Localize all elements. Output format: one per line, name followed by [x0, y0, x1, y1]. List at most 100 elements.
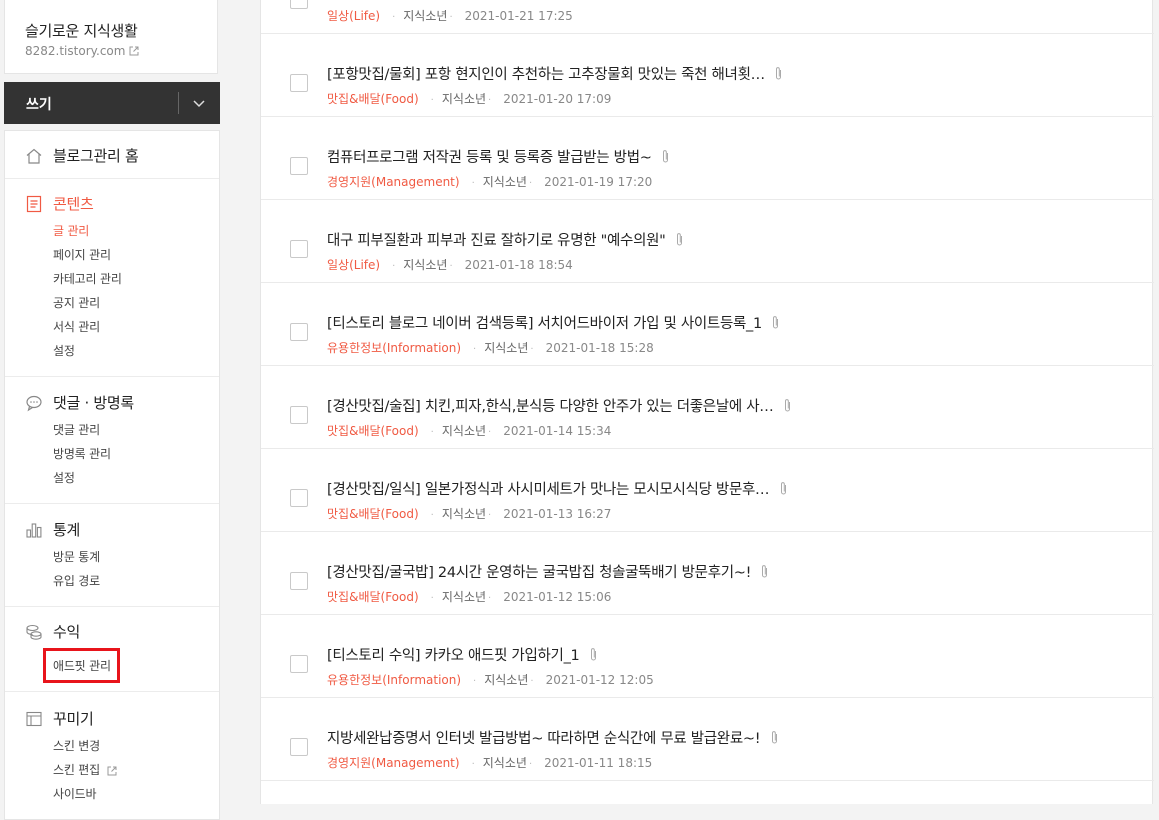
menu-stats[interactable]: 통계	[25, 519, 80, 540]
post-meta: 유용한정보(Information) · 지식소년 · 2021-01-18 15:28	[327, 339, 654, 356]
post-category-link[interactable]: 일상(Life)	[327, 258, 380, 272]
separator-dot: ·	[488, 95, 492, 106]
post-row: [경산맛집/굴국밥] 24시간 운영하는 굴국밥집 청솔굴뚝배기 방문후기~! …	[261, 532, 1154, 615]
submenu-page-manage[interactable]: 페이지 관리	[53, 246, 111, 263]
blog-name[interactable]: 슬기로운 지식생활	[25, 20, 138, 41]
post-meta: 맛집&배달(Food) · 지식소년 · 2021-01-12 15:06	[327, 588, 611, 605]
external-link-icon	[129, 46, 139, 56]
post-checkbox[interactable]	[290, 655, 308, 673]
write-button[interactable]: 쓰기	[26, 94, 52, 114]
separator-dot: ·	[488, 510, 492, 521]
menu-divider	[5, 376, 219, 377]
post-row: [티스토리 수익] 카카오 애드핏 가입하기_1 유용한정보(Informati…	[261, 615, 1154, 698]
paperclip-icon	[762, 565, 768, 578]
separator-dot: ·	[530, 676, 534, 687]
post-title: [경산맛집/일식] 일본가정식과 사시미세트가 맛나는 모시모시식당 방문후…	[327, 482, 770, 498]
post-checkbox[interactable]	[290, 572, 308, 590]
blog-url-link[interactable]: 8282.tistory.com	[25, 44, 139, 58]
submenu-template-manage[interactable]: 서식 관리	[53, 318, 100, 335]
submenu-visit-stats[interactable]: 방문 통계	[53, 548, 100, 565]
menu-comments[interactable]: 댓글 · 방명록	[25, 392, 134, 413]
post-category-link[interactable]: 경영지원(Management)	[327, 756, 460, 770]
post-checkbox[interactable]	[290, 74, 308, 92]
menu-stats-label: 통계	[53, 521, 81, 539]
separator-dot: ·	[528, 178, 533, 189]
post-title: 대구 피부질환과 피부과 진료 잘하기로 유명한 "예수의원"	[327, 233, 666, 249]
post-title-link[interactable]: 대구 피부질환과 피부과 진료 잘하기로 유명한 "예수의원"	[327, 229, 684, 250]
post-date: 2021-01-21 17:25	[464, 9, 573, 23]
post-title: [경산맛집/술집] 치킨,피자,한식,분식등 다양한 안주가 있는 더좋은날에 …	[327, 399, 774, 415]
post-title: 컴퓨터프로그램 저작권 등록 및 등록증 발급받는 방법~	[327, 150, 652, 166]
separator-dot: ·	[430, 510, 434, 521]
menu-contents[interactable]: 콘텐츠	[25, 193, 94, 214]
post-title-link[interactable]: [경산맛집/술집] 치킨,피자,한식,분식등 다양한 안주가 있는 더좋은날에 …	[327, 395, 792, 416]
post-checkbox[interactable]	[290, 157, 308, 175]
submenu-category-manage[interactable]: 카테고리 관리	[53, 270, 122, 287]
post-author: 지식소년	[484, 673, 529, 687]
post-checkbox[interactable]	[290, 0, 308, 9]
post-row: 컴퓨터프로그램 저작권 등록 및 등록증 발급받는 방법~ 경영지원(Manag…	[261, 117, 1154, 200]
submenu-comments-settings[interactable]: 설정	[53, 469, 75, 486]
post-title-link[interactable]: [티스토리 블로그 네이버 검색등록] 서치어드바이저 가입 및 사이트등록_1	[327, 312, 780, 333]
post-list: 이런 이동회 군지 포기 칠지하는 한식하기 좋은 칠망초도 공한 방한자 일상…	[260, 0, 1154, 804]
post-title: [경산맛집/굴국밥] 24시간 운영하는 굴국밥집 청솔굴뚝배기 방문후기~!	[327, 565, 752, 581]
submenu-skin-change[interactable]: 스킨 변경	[53, 737, 100, 754]
menu-revenue[interactable]: 수익	[25, 621, 80, 642]
post-category-link[interactable]: 유용한정보(Information)	[327, 341, 461, 355]
post-category-link[interactable]: 맛집&배달(Food)	[327, 92, 419, 106]
post-title: [티스토리 수익] 카카오 애드핏 가입하기_1	[327, 648, 580, 664]
post-title-link[interactable]: 지방세완납증명서 인터넷 발급방법~ 따라하면 순식간에 무료 발급완료~!	[327, 727, 779, 748]
chevron-down-icon[interactable]	[190, 93, 208, 113]
external-link-icon	[107, 766, 117, 775]
post-title-link[interactable]: 컴퓨터프로그램 저작권 등록 및 등록증 발급받는 방법~	[327, 146, 670, 167]
submenu-guestbook-manage[interactable]: 방명록 관리	[53, 445, 111, 462]
menu-divider	[5, 606, 219, 607]
post-checkbox[interactable]	[290, 738, 308, 756]
submenu-contents-settings[interactable]: 설정	[53, 342, 75, 359]
post-author: 지식소년	[441, 424, 487, 438]
post-category-link[interactable]: 일상(Life)	[327, 9, 380, 23]
submenu-skin-edit[interactable]: 스킨 편집	[53, 761, 117, 778]
bar-chart-icon	[26, 522, 42, 538]
post-meta: 유용한정보(Information) · 지식소년 · 2021-01-12 12:05	[327, 671, 654, 688]
post-checkbox[interactable]	[290, 240, 308, 258]
menu-decorate[interactable]: 꾸미기	[25, 708, 94, 729]
submenu-referrer[interactable]: 유입 경로	[53, 572, 100, 589]
submenu-skin-edit-label: 스킨 편집	[53, 763, 100, 777]
post-category-link[interactable]: 맛집&배달(Food)	[327, 424, 419, 438]
post-category-link[interactable]: 맛집&배달(Food)	[327, 590, 419, 604]
post-title-link[interactable]: [경산맛집/일식] 일본가정식과 사시미세트가 맛나는 모시모시식당 방문후…	[327, 478, 788, 499]
submenu-sidebar[interactable]: 사이드바	[53, 785, 97, 802]
separator-dot: ·	[449, 261, 453, 272]
post-title-link[interactable]: [티스토리 수익] 카카오 애드핏 가입하기_1	[327, 644, 598, 665]
post-checkbox[interactable]	[290, 489, 308, 507]
submenu-post-manage[interactable]: 글 관리	[53, 222, 89, 239]
submenu-notice-manage[interactable]: 공지 관리	[53, 294, 100, 311]
coins-icon	[26, 624, 42, 640]
post-title: 지방세완납증명서 인터넷 발급방법~ 따라하면 순식간에 무료 발급완료~!	[327, 731, 761, 747]
paperclip-icon	[771, 731, 777, 744]
paperclip-icon	[676, 233, 682, 246]
separator-dot: ·	[473, 676, 477, 687]
post-category-link[interactable]: 경영지원(Management)	[327, 175, 460, 189]
menu-revenue-label: 수익	[53, 623, 81, 641]
post-date: 2021-01-11 18:15	[544, 756, 653, 770]
post-title-link[interactable]: [경산맛집/굴국밥] 24시간 운영하는 굴국밥집 청솔굴뚝배기 방문후기~!	[327, 561, 769, 582]
post-title-link[interactable]: [포항맛집/물회] 포항 현지인이 추천하는 고추장물회 맛있는 죽천 해녀횟…	[327, 63, 783, 84]
post-title-link[interactable]: 이런 이동회 군지 포기 칠지하는 한식하기 좋은 칠망초도 공한 방한자	[327, 0, 749, 1]
post-date: 2021-01-19 17:20	[544, 175, 653, 189]
post-author: 지식소년	[441, 92, 487, 106]
submenu-comment-manage[interactable]: 댓글 관리	[53, 421, 100, 438]
post-meta: 맛집&배달(Food) · 지식소년 · 2021-01-20 17:09	[327, 90, 611, 107]
post-category-link[interactable]: 유용한정보(Information)	[327, 673, 461, 687]
post-checkbox[interactable]	[290, 323, 308, 341]
post-meta: 맛집&배달(Food) · 지식소년 · 2021-01-13 16:27	[327, 505, 611, 522]
post-checkbox[interactable]	[290, 406, 308, 424]
menu-home[interactable]: 블로그관리 홈	[25, 145, 139, 166]
sidebar: 슬기로운 지식생활 8282.tistory.com 쓰기 블로그관리 홈 콘텐…	[4, 0, 220, 820]
post-category-link[interactable]: 맛집&배달(Food)	[327, 507, 419, 521]
menu-home-label: 블로그관리 홈	[53, 147, 139, 165]
separator-dot: ·	[471, 178, 475, 189]
admin-menu: 블로그관리 홈 콘텐츠 글 관리 페이지 관리 카테고리 관리 공지 관리 서식…	[4, 130, 220, 820]
document-icon	[26, 195, 42, 212]
